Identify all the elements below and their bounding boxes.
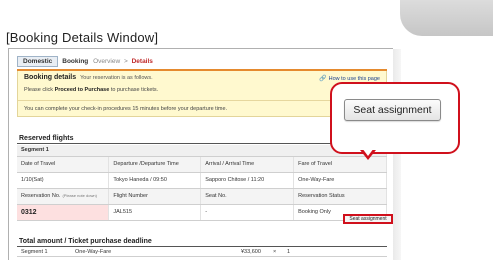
help-link-label: How to use this page	[328, 75, 380, 82]
cell-arrival: Sapporo Chitose / 11:20	[200, 172, 295, 189]
cell-flight-number: JAL515	[108, 204, 202, 221]
header-departure: Departure /Departure Time	[108, 156, 202, 173]
cell-departure: Tokyo Haneda / 09:50	[108, 172, 202, 189]
total-amount-title: Total amount / Ticket purchase deadline	[19, 238, 152, 245]
breadcrumb-booking: Booking	[62, 57, 89, 65]
help-icon: 🔗	[319, 76, 327, 82]
table-row: 0312 JAL515 - Booking Only	[17, 204, 387, 221]
total-amount: ¥33,600	[241, 249, 261, 255]
header-date: Date of Travel	[17, 156, 110, 173]
total-row: Segment 1 One-Way-Fare ¥33,600 × 1	[17, 247, 387, 257]
reserved-flights-title: Reserved flights	[19, 135, 74, 142]
table-row: 1/10(Sat) Tokyo Haneda / 09:50 Sapporo C…	[17, 172, 387, 189]
cell-reservation-no: 0312	[17, 204, 110, 221]
header-tabs: Domestic Booking Overview > Details	[17, 55, 153, 67]
details-title: Booking details	[24, 74, 77, 81]
instruction-suffix: to purchase tickets.	[109, 87, 159, 93]
instruction-prefix: Please click	[24, 87, 55, 93]
details-heading: Booking details Your reservation is as fo…	[24, 74, 153, 81]
header-reservation-no: Reservation No. (Please note down)	[17, 188, 110, 205]
cell-date: 1/10(Sat)	[17, 172, 110, 189]
callout-pointer	[360, 148, 376, 160]
background-tab-shape	[400, 0, 493, 36]
purchase-instruction: Please click Proceed to Purchase to purc…	[24, 87, 158, 93]
reservation-note: (Please note down)	[62, 193, 97, 198]
breadcrumb-details: Details	[131, 57, 153, 65]
seat-assignment-button-zoomed[interactable]: Seat assignment	[344, 99, 441, 121]
window-caption: [Booking Details Window]	[6, 30, 159, 45]
booking-details-window: Domestic Booking Overview > Details Book…	[8, 48, 401, 260]
reserved-flights-table: Segment 1 Date of Travel Departure /Depa…	[17, 145, 387, 221]
header-flight-number: Flight Number	[108, 188, 202, 205]
seat-assignment-button[interactable]: Seat assignment	[343, 214, 393, 224]
tab-domestic[interactable]: Domestic	[17, 55, 59, 67]
header-arrival: Arrival / Arrival Time	[200, 156, 295, 173]
header-reservation-no-label: Reservation No.	[21, 193, 61, 199]
breadcrumb-separator: >	[123, 57, 128, 65]
header-reservation-status: Reservation Status	[293, 188, 387, 205]
breadcrumb-overview[interactable]: Overview	[93, 58, 120, 65]
total-qty: 1	[287, 249, 291, 255]
details-subtitle: Your reservation is as follows.	[80, 75, 153, 81]
table-header-row: Date of Travel Departure /Departure Time…	[17, 156, 387, 173]
total-times: ×	[273, 249, 277, 255]
cell-seat-no: -	[200, 204, 295, 221]
breadcrumb: Booking Overview > Details	[62, 58, 153, 65]
table-header-row: Reservation No. (Please note down) Flight…	[17, 188, 387, 205]
help-link[interactable]: 🔗 How to use this page	[319, 75, 380, 83]
cell-fare: One-Way-Fare	[293, 172, 387, 189]
instruction-bold: Proceed to Purchase	[54, 87, 110, 93]
total-fare: One-Way-Fare	[75, 249, 112, 255]
total-segment: Segment 1	[21, 249, 48, 255]
header-seat-no: Seat No.	[200, 188, 295, 205]
